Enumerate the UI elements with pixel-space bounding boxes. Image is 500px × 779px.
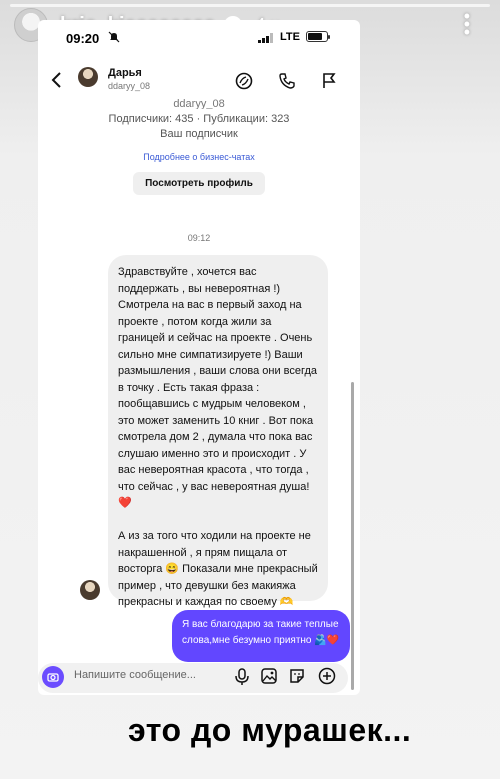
outgoing-message[interactable]: Я вас благодарю за такие теплые слова,мн… <box>172 610 350 662</box>
mic-icon[interactable] <box>233 667 251 687</box>
video-call-icon[interactable] <box>235 72 253 90</box>
camera-button[interactable] <box>42 666 64 688</box>
view-profile-button[interactable]: Посмотреть профиль <box>133 172 265 195</box>
incoming-message[interactable]: Здравствуйте , хочется вас поддержать , … <box>108 255 328 608</box>
network-label: LTE <box>280 31 300 43</box>
back-icon[interactable] <box>50 70 64 90</box>
sticker-icon[interactable] <box>288 667 306 685</box>
message-composer <box>38 662 360 694</box>
chat-screenshot: 09:20 LTE Дарья ddaryy_08 ddaryy_08 Подп… <box>38 20 360 695</box>
contact-handle: ddaryy_08 <box>108 81 151 91</box>
contact-avatar[interactable] <box>78 67 98 87</box>
camera-icon <box>47 673 59 682</box>
signal-icon <box>258 33 273 43</box>
story-caption: это до мурашек... <box>128 712 412 748</box>
status-time: 09:20 <box>66 31 100 46</box>
more-icon[interactable]: • • • <box>464 7 470 41</box>
business-chats-link[interactable]: Подробнее о бизнес-чатах <box>38 152 360 162</box>
mute-icon <box>108 31 120 43</box>
profile-stats: Подписчики: 435 · Публикации: 323 <box>108 113 290 125</box>
status-bar: 09:20 LTE <box>38 20 360 60</box>
phone-icon[interactable] <box>278 72 296 90</box>
flag-icon[interactable] <box>320 72 338 90</box>
contact-name[interactable]: Дарья <box>108 67 142 79</box>
chat-header: Дарья ddaryy_08 <box>38 64 360 100</box>
story-progress-bar <box>10 4 490 7</box>
scrollbar[interactable] <box>351 382 354 690</box>
gallery-icon[interactable] <box>260 667 278 685</box>
battery-icon <box>306 31 330 42</box>
plus-icon[interactable] <box>318 667 336 685</box>
profile-role: Ваш подписчик <box>160 128 238 140</box>
message-sender-avatar <box>80 580 100 600</box>
profile-summary: ddaryy_08 Подписчики: 435 · Публикации: … <box>38 99 360 195</box>
message-input[interactable] <box>72 668 216 682</box>
profile-handle: ddaryy_08 <box>173 99 225 109</box>
message-timestamp: 09:12 <box>187 233 211 243</box>
